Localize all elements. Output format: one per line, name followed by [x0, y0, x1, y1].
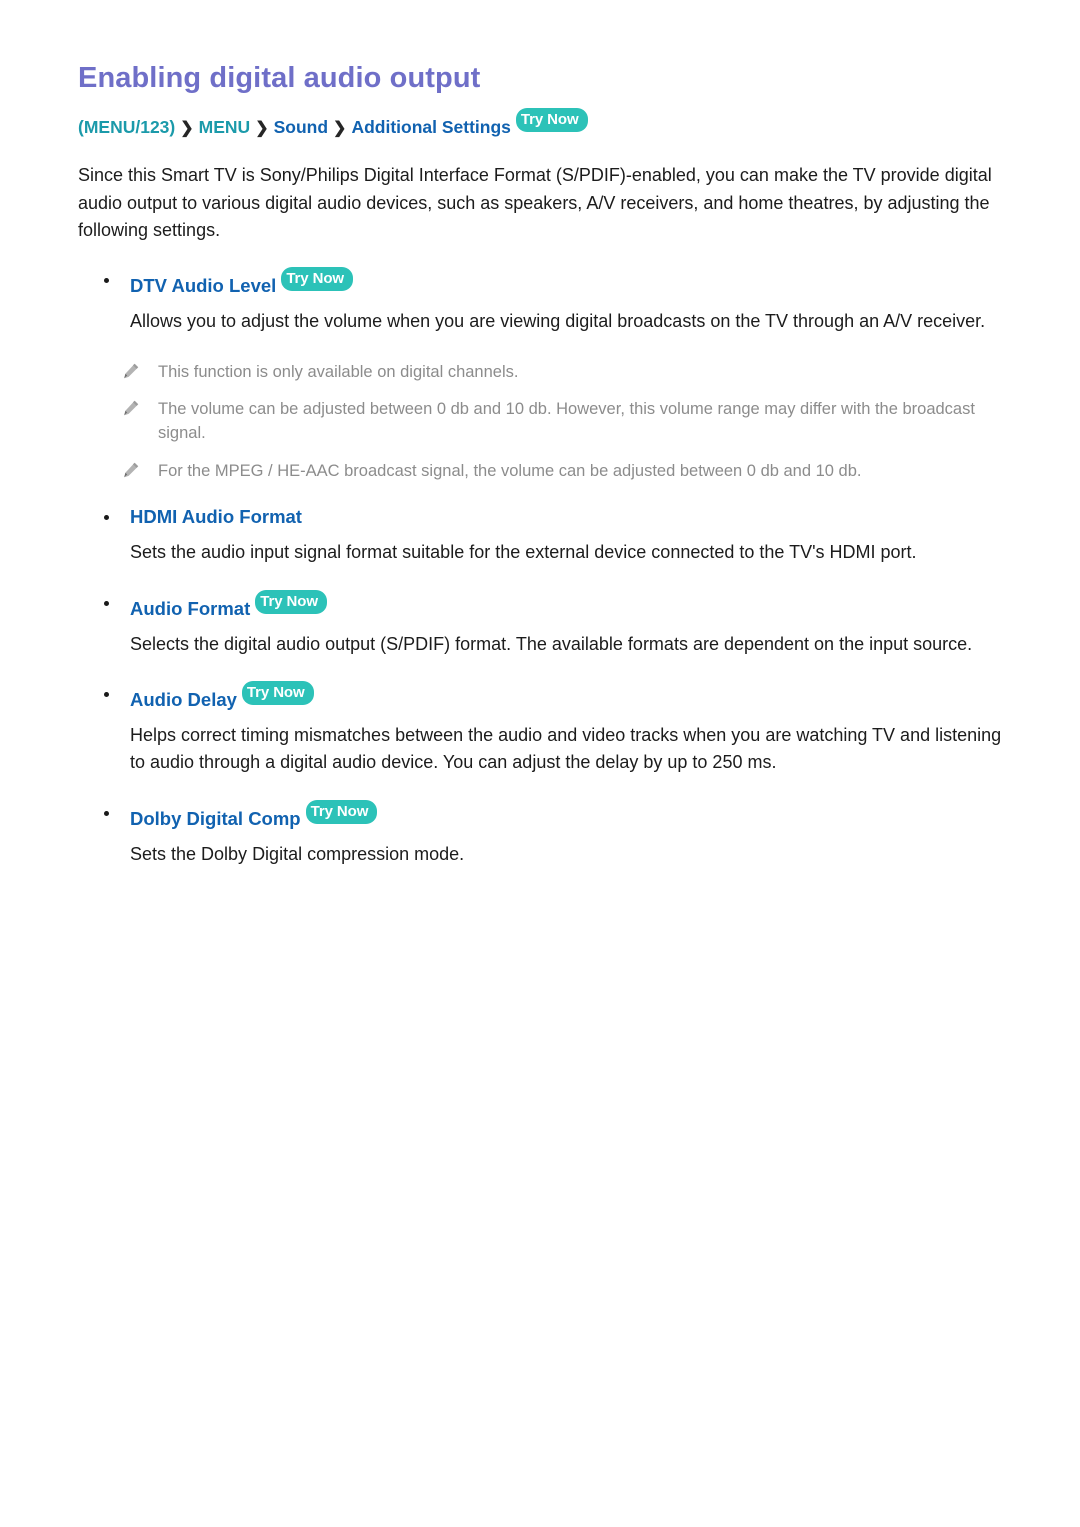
section-label[interactable]: Dolby Digital Comp: [130, 808, 301, 829]
section-label[interactable]: HDMI Audio Format: [130, 506, 302, 527]
bullet-dot-icon: [104, 600, 109, 606]
pencil-icon: [122, 362, 140, 380]
try-now-badge[interactable]: Try Now: [281, 267, 353, 292]
bullet-dot-icon: [104, 278, 109, 284]
bullet-dot-icon: [104, 810, 109, 816]
pencil-icon: [122, 461, 140, 479]
bullet-dot-icon: [104, 692, 109, 698]
chevron-right-icon: ❯: [180, 119, 194, 137]
bullet-dot-icon: [104, 515, 109, 521]
note-text: The volume can be adjusted between 0 db …: [158, 400, 975, 443]
page-title: Enabling digital audio output: [78, 62, 481, 94]
note-item: This function is only available on digit…: [78, 360, 1008, 384]
try-now-badge[interactable]: Try Now: [305, 799, 378, 824]
section-description: Allows you to adjust the volume when you…: [130, 311, 986, 332]
section-heading-hdmi-audio-format: HDMI Audio Format: [78, 505, 1008, 529]
chevron-right-icon: ❯: [255, 119, 269, 137]
note-item: The volume can be adjusted between 0 db …: [78, 397, 1008, 446]
breadcrumb: (MENU/123) ❯ MENU ❯ Sound ❯ Additional Setting…: [78, 108, 1008, 140]
try-now-badge[interactable]: Try Now: [515, 108, 588, 133]
breadcrumb-item-additional-settings[interactable]: Additional Settings: [351, 117, 510, 137]
note-item: For the MPEG / HE-AAC broadcast signal, …: [78, 459, 1008, 483]
note-text: For the MPEG / HE-AAC broadcast signal, …: [158, 461, 862, 480]
breadcrumb-item-menu123[interactable]: (MENU/123): [78, 117, 175, 137]
section-label[interactable]: DTV Audio Level: [130, 275, 276, 296]
notes-list: This function is only available on digit…: [78, 360, 1008, 484]
try-now-badge[interactable]: Try Now: [241, 681, 314, 706]
section-description: Sets the Dolby Digital compression mode.: [130, 843, 465, 864]
intro-paragraph: Since this Smart TV is Sony/Philips Digi…: [78, 165, 992, 240]
section-description: Selects the digital audio output (S/PDIF…: [130, 633, 973, 654]
section-heading-audio-format: Audio Format Try Now: [78, 589, 1008, 621]
section-heading-dtv-audio-level: DTV Audio Level Try Now: [78, 267, 1008, 298]
section-label[interactable]: Audio Format: [130, 598, 250, 619]
breadcrumb-item-menu[interactable]: MENU: [199, 117, 251, 137]
chevron-right-icon: ❯: [333, 119, 347, 137]
section-description: Sets the audio input signal format suita…: [130, 542, 917, 563]
note-text: This function is only available on digit…: [158, 362, 519, 381]
breadcrumb-item-sound[interactable]: Sound: [274, 117, 328, 137]
section-label[interactable]: Audio Delay: [130, 689, 237, 710]
pencil-icon: [122, 399, 140, 417]
section-heading-audio-delay: Audio Delay Try Now: [78, 681, 1008, 712]
document-page: Enabling digital audio output (MENU/123)…: [0, 0, 1080, 1527]
section-heading-dolby-digital-comp: Dolby Digital Comp Try Now: [78, 799, 1008, 831]
section-description: Helps correct timing mismatches between …: [130, 725, 1002, 773]
try-now-badge[interactable]: Try Now: [255, 589, 327, 614]
